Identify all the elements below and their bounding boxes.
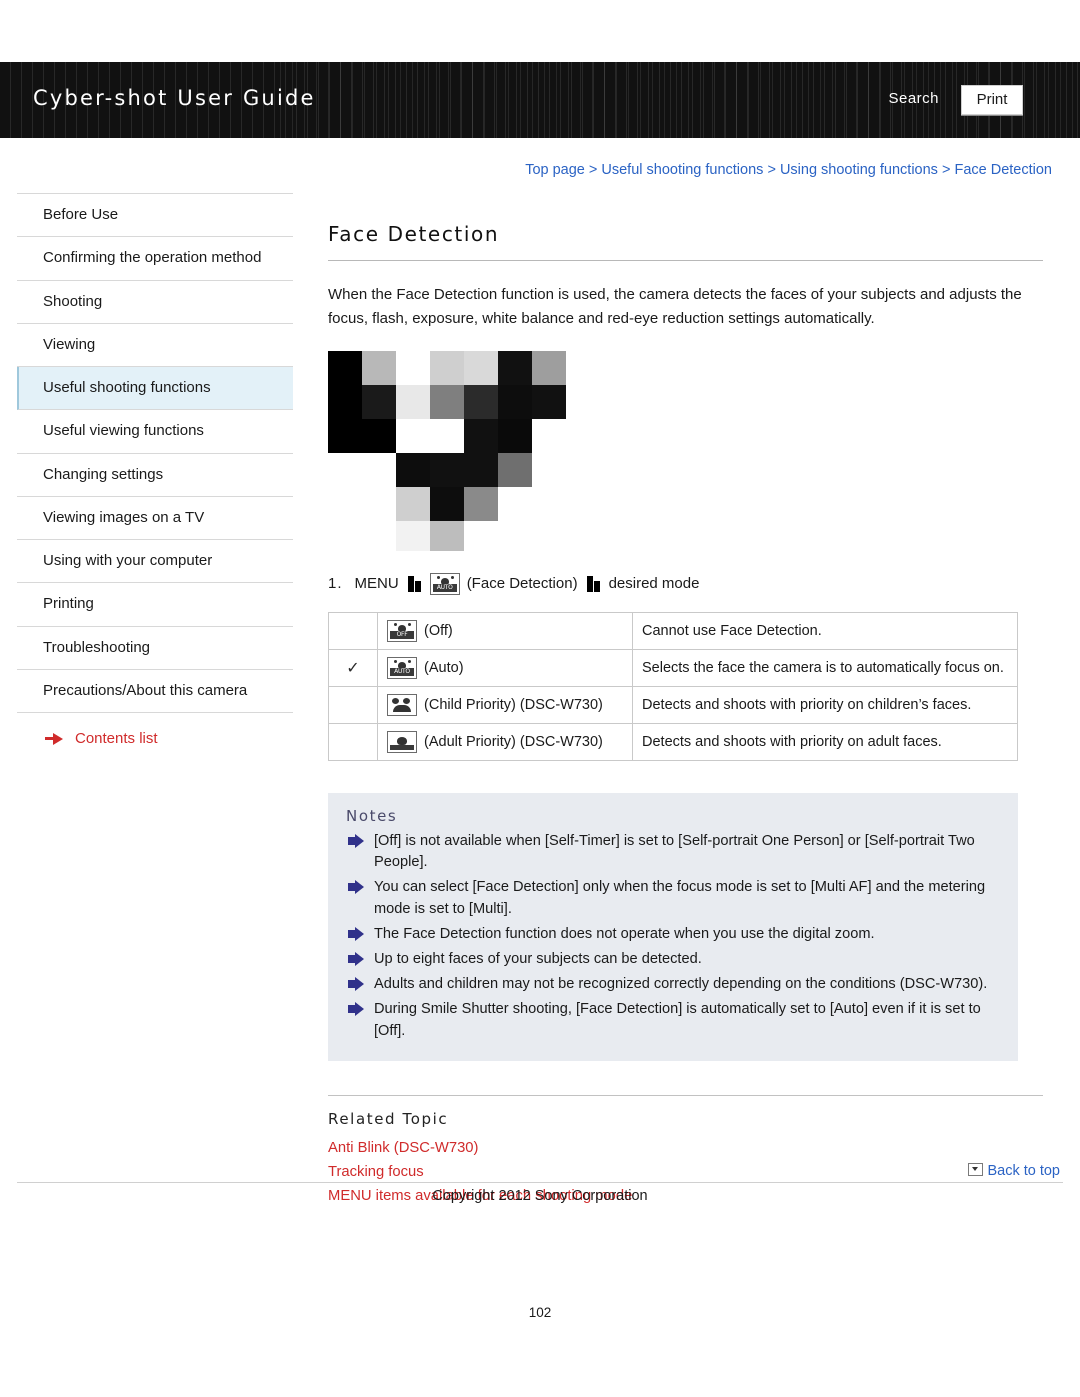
row-icon-cell: AUTO (Auto) <box>377 648 633 687</box>
face-detection-modes-table: OFF (Off) Cannot use Face Detection. ✓ A… <box>328 611 1018 761</box>
note-text: The Face Detection function does not ope… <box>374 926 875 943</box>
breadcrumb-separator: > <box>767 162 776 178</box>
arrow-right-icon <box>53 733 63 745</box>
sidebar-item-confirming-the-operation-method[interactable]: Confirming the operation method <box>17 237 293 281</box>
row-icon-label: (Auto) <box>424 659 464 676</box>
check-icon: ✓ <box>346 659 360 677</box>
note-text: During Smile Shutter shooting, [Face Det… <box>374 1000 981 1039</box>
note-item: Adults and children may not be recognize… <box>346 974 1000 996</box>
row-description: Detects and shoots with priority on adul… <box>632 722 1018 761</box>
row-icon-cell: (Child Priority) (DSC-W730) <box>377 685 633 724</box>
note-item: Up to eight faces of your subjects can b… <box>346 949 1000 971</box>
note-bullet-icon <box>348 952 364 967</box>
note-text: Adults and children may not be recognize… <box>374 975 988 992</box>
related-topic-title: Related Topic <box>328 1109 449 1128</box>
intro-paragraph: When the Face Detection function is used… <box>328 286 1022 328</box>
step-arrow-icon <box>407 575 421 592</box>
note-bullet-icon <box>348 1001 364 1016</box>
table-row: ✓ AUTO (Auto) Selects the face the camer… <box>328 648 1018 687</box>
note-item: [Off] is not available when [Self-Timer]… <box>346 831 1000 875</box>
note-item: The Face Detection function does not ope… <box>346 924 1000 946</box>
row-icon-cell: OFF (Off) <box>377 611 633 650</box>
sidebar-item-before-use[interactable]: Before Use <box>17 193 293 238</box>
row-icon-label: (Adult Priority) (DSC-W730) <box>424 733 603 750</box>
step-number: 1. <box>328 575 343 593</box>
print-button[interactable]: Print <box>961 85 1023 115</box>
notes-box: Notes [Off] is not available when [Self-… <box>328 792 1018 1061</box>
breadcrumb-item-using-shooting-functions[interactable]: Using shooting functions <box>780 162 938 178</box>
related-link-anti-blink[interactable]: Anti Blink (DSC-W730) <box>328 1136 1043 1160</box>
step-menu-label: MENU <box>354 575 399 593</box>
site-header: Cyber-shot User Guide Search Print <box>0 62 1080 138</box>
face-detection-illustration <box>328 350 598 551</box>
sidebar-item-precautions-about-this-camera[interactable]: Precautions/About this camera <box>17 669 293 713</box>
breadcrumb: Top page > Useful shooting functions > U… <box>525 162 1052 178</box>
back-to-top-link[interactable]: Back to top <box>968 1163 1060 1179</box>
row-description: Detects and shoots with priority on chil… <box>632 685 1018 724</box>
table-row: OFF (Off) Cannot use Face Detection. <box>328 611 1018 650</box>
row-icon-cell: (Adult Priority) (DSC-W730) <box>377 722 633 761</box>
sidebar-item-using-with-your-computer[interactable]: Using with your computer <box>17 540 293 584</box>
main-content: Face Detection When the Face Detection f… <box>328 222 1043 1209</box>
notes-title: Notes <box>346 806 398 825</box>
row-description: Selects the face the camera is to automa… <box>632 648 1018 687</box>
sidebar-nav: Before Use Confirming the operation meth… <box>17 193 293 747</box>
note-text: [Off] is not available when [Self-Timer]… <box>374 832 975 871</box>
related-link-tracking-focus[interactable]: Tracking focus <box>328 1160 1043 1184</box>
contents-list-label: Contents list <box>75 730 158 747</box>
breadcrumb-separator: > <box>941 162 951 178</box>
note-bullet-icon <box>348 976 364 991</box>
note-bullet-icon <box>348 927 364 942</box>
row-check <box>328 685 378 724</box>
note-text: Up to eight faces of your subjects can b… <box>374 951 702 968</box>
breadcrumb-item-useful-shooting-functions[interactable]: Useful shooting functions <box>601 162 763 178</box>
face-auto-icon: AUTO <box>429 572 460 595</box>
contents-list-link[interactable]: Contents list <box>17 730 293 747</box>
breadcrumb-item-top-page[interactable]: Top page <box>525 162 585 178</box>
note-item: During Smile Shutter shooting, [Face Det… <box>346 999 1000 1043</box>
page-number: 102 <box>528 1305 552 1320</box>
note-text: You can select [Face Detection] only whe… <box>374 879 986 918</box>
copyright-text: Copyright 2012 Sony Corporation <box>432 1188 648 1204</box>
child-priority-icon <box>387 693 417 716</box>
adult-priority-icon <box>387 730 417 753</box>
back-to-top-label: Back to top <box>987 1163 1060 1179</box>
row-icon-label: (Off) <box>424 622 453 639</box>
page-title: Face Detection <box>328 222 1043 261</box>
table-row: (Adult Priority) (DSC-W730) Detects and … <box>328 722 1018 761</box>
print-button-label: Print <box>976 91 1008 108</box>
step-arrow-icon-2 <box>586 575 600 592</box>
row-check <box>328 611 378 650</box>
step-instruction: 1. MENU AUTO (Face Detection) desired mo… <box>328 572 1043 595</box>
row-check <box>328 722 378 761</box>
step-end-label: desired mode <box>608 575 700 593</box>
table-row: (Child Priority) (DSC-W730) Detects and … <box>328 685 1018 724</box>
sidebar-item-useful-shooting-functions[interactable]: Useful shooting functions <box>17 367 293 411</box>
note-bullet-icon <box>348 833 364 848</box>
row-icon-label: (Child Priority) (DSC-W730) <box>424 696 603 713</box>
site-title: Cyber-shot User Guide <box>33 86 316 110</box>
row-description: Cannot use Face Detection. <box>632 611 1018 650</box>
sidebar-item-changing-settings[interactable]: Changing settings <box>17 453 293 497</box>
face-auto-icon: AUTO <box>387 656 417 679</box>
footer-divider <box>17 1182 1063 1183</box>
sidebar-item-viewing[interactable]: Viewing <box>17 323 293 367</box>
back-to-top-icon <box>968 1163 984 1176</box>
sidebar-item-shooting[interactable]: Shooting <box>17 280 293 324</box>
face-off-icon: OFF <box>387 619 417 642</box>
sidebar-item-useful-viewing-functions[interactable]: Useful viewing functions <box>17 410 293 454</box>
step-mid-label: (Face Detection) <box>466 575 578 593</box>
row-check: ✓ <box>328 648 378 687</box>
note-item: You can select [Face Detection] only whe… <box>346 877 1000 921</box>
header-stripe-texture-overlay <box>280 62 1080 138</box>
search-link[interactable]: Search <box>888 90 939 107</box>
sidebar-item-troubleshooting[interactable]: Troubleshooting <box>17 626 293 670</box>
sidebar-item-printing[interactable]: Printing <box>17 583 293 627</box>
breadcrumb-separator: > <box>588 162 598 178</box>
note-bullet-icon <box>348 880 364 895</box>
breadcrumb-item-face-detection[interactable]: Face Detection <box>954 162 1052 178</box>
sidebar-item-viewing-images-on-a-tv[interactable]: Viewing images on a TV <box>17 496 293 540</box>
